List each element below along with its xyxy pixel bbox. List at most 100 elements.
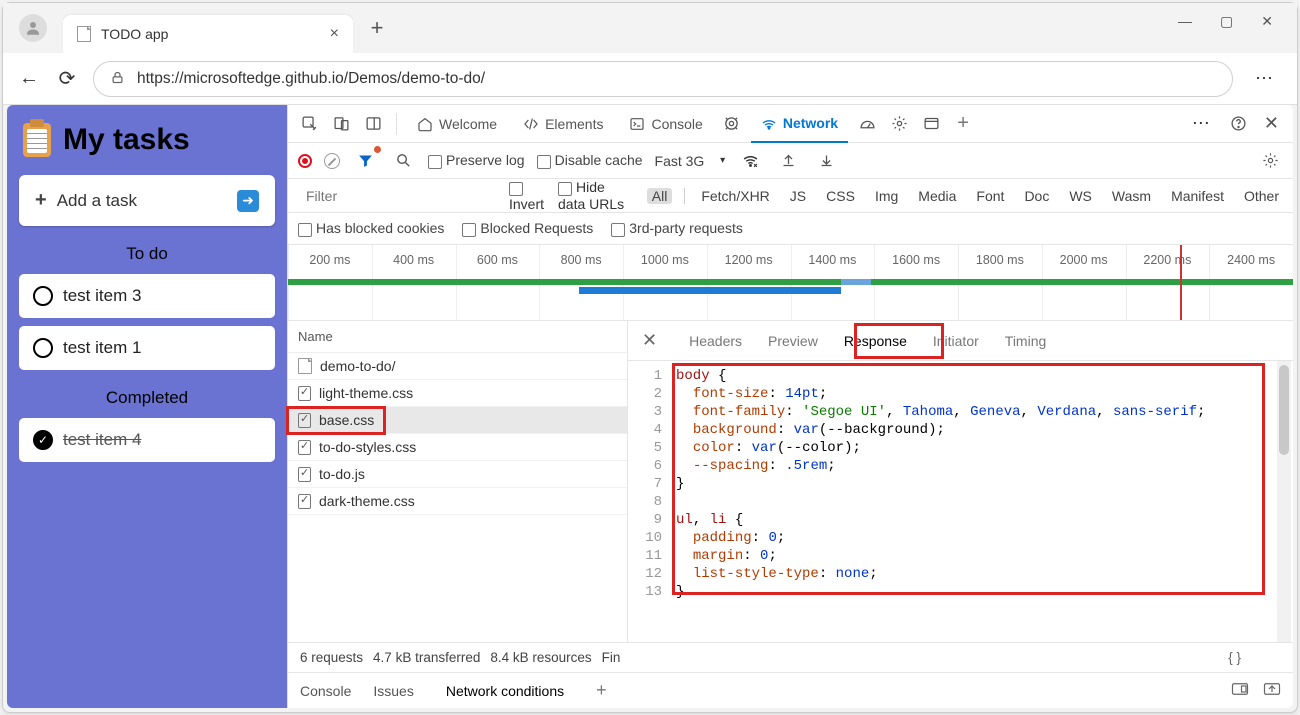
request-row[interactable]: dark-theme.css: [288, 488, 627, 515]
back-button[interactable]: ←: [17, 67, 41, 90]
vertical-scrollbar[interactable]: [1277, 361, 1291, 642]
status-finish: Fin: [602, 650, 621, 665]
filter-type-img[interactable]: Img: [871, 188, 902, 204]
tab-console[interactable]: Console: [619, 105, 712, 143]
blocked-cookies-checkbox[interactable]: Has blocked cookies: [298, 220, 444, 236]
device-toggle-icon[interactable]: [328, 111, 354, 137]
tab-preview[interactable]: Preview: [768, 333, 818, 349]
tab-performance-icon[interactable]: [854, 111, 880, 137]
wifi-icon[interactable]: [737, 148, 763, 174]
tab-welcome[interactable]: Welcome: [407, 105, 507, 143]
request-list: Name demo-to-do/light-theme.cssbase.csst…: [288, 321, 628, 642]
tab-application-icon[interactable]: [886, 111, 912, 137]
drawer-add-tab-icon[interactable]: +: [596, 680, 607, 701]
close-detail-icon[interactable]: ✕: [642, 330, 657, 351]
third-party-checkbox[interactable]: 3rd-party requests: [611, 220, 743, 236]
task-checkbox[interactable]: [33, 286, 53, 306]
task-item[interactable]: test item 3: [19, 274, 275, 318]
request-row[interactable]: to-do-styles.css: [288, 434, 627, 461]
filter-type-other[interactable]: Other: [1240, 188, 1283, 204]
tab-timing[interactable]: Timing: [1005, 333, 1047, 349]
filter-type-css[interactable]: CSS: [822, 188, 859, 204]
tab-add-icon[interactable]: +: [950, 111, 976, 137]
filter-type-media[interactable]: Media: [914, 188, 960, 204]
timeline-tick: 600 ms: [456, 253, 540, 267]
close-window-button[interactable]: ✕: [1261, 13, 1273, 30]
browser-tab[interactable]: TODO app ×: [63, 15, 353, 53]
task-checkbox[interactable]: [33, 430, 53, 450]
throttling-select[interactable]: Fast 3G ▾: [655, 153, 726, 169]
drawer-issues-tab[interactable]: Issues: [373, 683, 413, 699]
network-filter-row: Invert Hide data URLs All Fetch/XHR JS CSS…: [288, 179, 1293, 213]
drawer-console-tab[interactable]: Console: [300, 683, 351, 699]
minimize-button[interactable]: —: [1178, 13, 1192, 30]
add-task-input[interactable]: + Add a task ➜: [19, 175, 275, 226]
settings-icon[interactable]: [1257, 148, 1283, 174]
filter-input[interactable]: [298, 185, 495, 207]
upload-icon[interactable]: [775, 148, 801, 174]
stylesheet-icon: [298, 413, 311, 428]
name-column-header[interactable]: Name: [288, 321, 627, 353]
stylesheet-icon: [298, 494, 311, 509]
task-item-done[interactable]: test item 4: [19, 418, 275, 462]
tab-memory-icon[interactable]: [918, 111, 944, 137]
hide-data-urls-checkbox[interactable]: Hide data URLs: [558, 179, 633, 211]
tab-initiator[interactable]: Initiator: [933, 333, 979, 349]
download-icon[interactable]: [813, 148, 839, 174]
clear-button[interactable]: [324, 153, 340, 169]
tab-sources-icon[interactable]: [719, 111, 745, 137]
tab-network[interactable]: Network: [751, 105, 848, 143]
task-item[interactable]: test item 1: [19, 326, 275, 370]
timeline-tick: 2000 ms: [1042, 253, 1126, 267]
disable-cache-checkbox[interactable]: Disable cache: [537, 152, 643, 168]
devtools-panel: Welcome Elements Console Network + ⋯ ✕: [287, 105, 1293, 708]
tab-response[interactable]: Response: [844, 333, 907, 349]
filter-type-manifest[interactable]: Manifest: [1167, 188, 1228, 204]
filter-type-ws[interactable]: WS: [1065, 188, 1096, 204]
devtools-close-button[interactable]: ✕: [1258, 113, 1285, 134]
waterfall-timeline[interactable]: 200 ms400 ms600 ms800 ms1000 ms1200 ms14…: [288, 245, 1293, 321]
request-row[interactable]: to-do.js: [288, 461, 627, 488]
filter-type-js[interactable]: JS: [786, 188, 810, 204]
timeline-tick: 1400 ms: [791, 253, 875, 267]
task-checkbox[interactable]: [33, 338, 53, 358]
omnibox[interactable]: https://microsoftedge.github.io/Demos/de…: [93, 61, 1233, 97]
inspect-icon[interactable]: [296, 111, 322, 137]
stylesheet-icon: [298, 386, 311, 401]
blocked-requests-checkbox[interactable]: Blocked Requests: [462, 220, 593, 236]
search-icon[interactable]: [390, 148, 416, 174]
devtools-menu-button[interactable]: ⋯: [1184, 113, 1220, 134]
dock-side-icon[interactable]: [360, 111, 386, 137]
close-tab-icon[interactable]: ×: [330, 25, 339, 43]
request-row[interactable]: light-theme.css: [288, 380, 627, 407]
maximize-button[interactable]: ▢: [1220, 13, 1233, 30]
filter-type-fetchxhr[interactable]: Fetch/XHR: [697, 188, 773, 204]
page-favicon: [77, 26, 91, 42]
pretty-print-icon[interactable]: { }: [1228, 650, 1241, 665]
refresh-button[interactable]: ⟳: [55, 66, 79, 91]
profile-avatar[interactable]: [19, 14, 47, 42]
new-tab-button[interactable]: +: [361, 12, 393, 44]
filter-toggle-icon[interactable]: [352, 148, 378, 174]
drawer-icon-1[interactable]: [1231, 682, 1249, 699]
filter-type-font[interactable]: Font: [972, 188, 1008, 204]
tab-title: TODO app: [101, 26, 168, 42]
filter-type-doc[interactable]: Doc: [1020, 188, 1053, 204]
browser-menu-button[interactable]: ⋯: [1247, 68, 1283, 89]
drawer-icon-2[interactable]: [1263, 682, 1281, 699]
tab-headers[interactable]: Headers: [689, 333, 742, 349]
drawer-network-conditions-tab[interactable]: Network conditions: [436, 677, 574, 705]
tab-elements[interactable]: Elements: [513, 105, 613, 143]
plus-icon: +: [35, 189, 47, 212]
submit-task-button[interactable]: ➜: [237, 190, 259, 212]
filter-type-wasm[interactable]: Wasm: [1108, 188, 1155, 204]
request-name: dark-theme.css: [319, 493, 415, 509]
request-row[interactable]: demo-to-do/: [288, 353, 627, 380]
preserve-log-checkbox[interactable]: Preserve log: [428, 152, 525, 168]
request-row[interactable]: base.css: [288, 407, 627, 434]
response-code-viewer[interactable]: 12345678910111213 body { font-size: 14pt…: [628, 361, 1293, 642]
record-button[interactable]: [298, 154, 312, 168]
help-icon[interactable]: [1226, 111, 1252, 137]
filter-type-all[interactable]: All: [647, 188, 673, 204]
invert-checkbox[interactable]: Invert: [509, 179, 544, 211]
